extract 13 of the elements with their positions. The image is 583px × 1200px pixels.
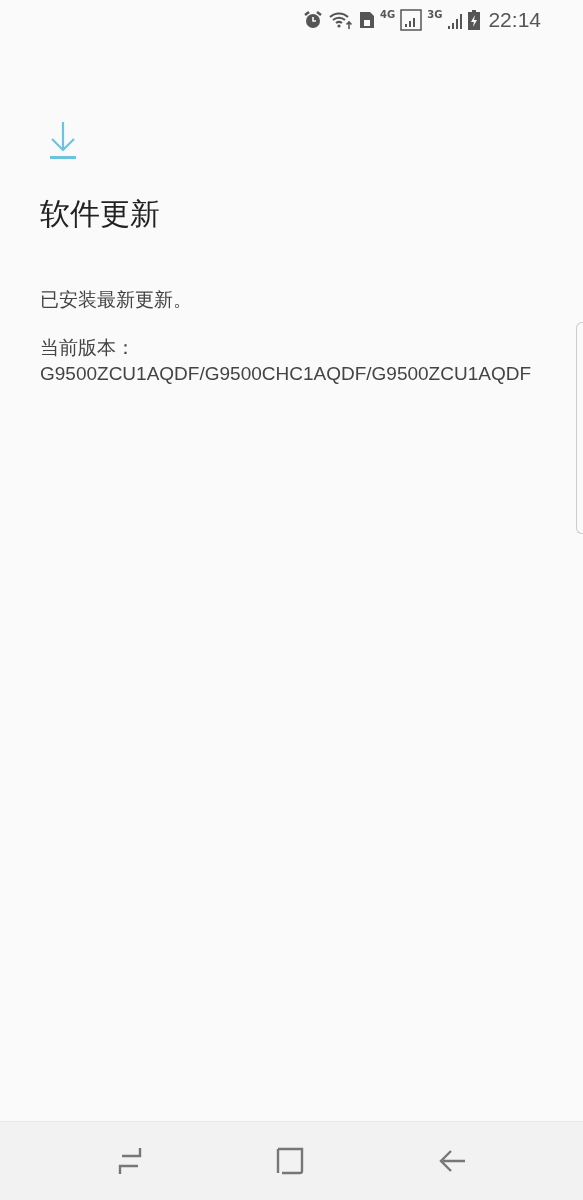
page-title: 软件更新 — [40, 195, 160, 233]
battery-icon — [468, 10, 481, 30]
alarm-icon — [303, 10, 324, 30]
update-status-text: 已安装最新更新。 — [40, 288, 192, 312]
status-time: 22:14 — [488, 8, 541, 32]
download-icon — [49, 120, 77, 160]
wifi-icon — [328, 10, 355, 30]
network-label: 3G — [427, 9, 443, 20]
home-icon[interactable] — [276, 1147, 305, 1175]
signal-icon — [400, 9, 423, 31]
current-version-text: 当前版本：G9500ZCU1AQDF/G9500CHC1AQDF/G9500ZCU1AQDF — [40, 336, 532, 386]
sim-card-icon — [359, 11, 376, 29]
network-label: 4G — [380, 9, 396, 20]
